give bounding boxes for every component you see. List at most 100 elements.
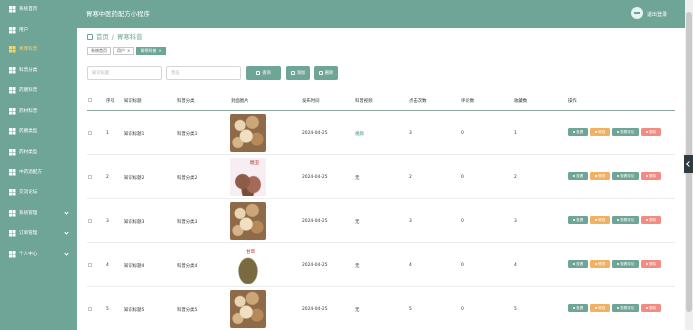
sidebar-item-diet-type[interactable]: 药膳类型 — [0, 122, 77, 140]
sidebar-item-orders[interactable]: 订单管理 — [0, 224, 77, 242]
top-bar: 胃寒中医药配方小程序 退出登录 — [77, 0, 685, 28]
sidebar-item-users[interactable]: 用户 — [0, 21, 77, 39]
view-icon — [572, 218, 576, 222]
row-title: 知识标题1 — [124, 132, 145, 137]
row-date: 2024-04-25 — [302, 219, 328, 224]
sidebar-item-stomach-cold-science[interactable]: 胃寒科普 — [0, 40, 77, 58]
comment-icon — [616, 130, 620, 134]
logout-icon[interactable] — [631, 7, 643, 19]
view-button[interactable]: 查看 — [568, 128, 588, 136]
sidebar-item-system[interactable]: 系统管理 — [0, 204, 77, 222]
delete-button[interactable]: 删除 — [314, 66, 338, 80]
row-clicks: 2 — [409, 175, 412, 180]
sidebar-item-forum[interactable]: 交流论坛 — [0, 183, 77, 201]
row-video[interactable]: 视频 — [355, 131, 364, 137]
view-button[interactable]: 查看 — [568, 216, 588, 224]
sidebar-item-science-category[interactable]: 科普分类 — [0, 61, 77, 79]
tab-users[interactable]: 用户 × — [113, 47, 135, 55]
tab-stomach-cold-science[interactable]: 胃寒科普 × — [136, 47, 166, 55]
breadcrumb-home[interactable]: 首页 — [96, 32, 109, 41]
view-comments-button[interactable]: 查看评论 — [612, 172, 639, 180]
close-icon[interactable]: × — [127, 48, 130, 54]
edit-button[interactable]: 修改 — [590, 304, 610, 312]
add-button[interactable]: 添加 — [286, 66, 310, 80]
view-button[interactable]: 查看 — [568, 172, 588, 180]
row-actions: 查看 修改 查看评论 删除 — [568, 128, 661, 136]
view-comments-button[interactable]: 查看评论 — [612, 260, 639, 268]
select-all-checkbox[interactable] — [88, 98, 92, 102]
chevron-down-icon — [64, 230, 69, 235]
edit-label: 修改 — [598, 173, 606, 178]
edit-icon — [594, 174, 598, 178]
tab-home[interactable]: 系统首页 — [87, 47, 111, 55]
view-icon — [572, 262, 576, 266]
logout-link[interactable]: 退出登录 — [647, 11, 667, 18]
sidebar-item-herb-type[interactable]: 药材类型 — [0, 143, 77, 161]
view-button[interactable]: 查看 — [568, 304, 588, 312]
sidebar-item-medicinal-diet[interactable]: 药膳科普 — [0, 81, 77, 99]
row-checkbox[interactable] — [88, 131, 92, 135]
row-index: 1 — [106, 131, 109, 136]
edit-button[interactable]: 修改 — [590, 260, 610, 268]
view-comments-label: 查看评论 — [620, 217, 635, 222]
row-checkbox[interactable] — [88, 307, 92, 311]
row-comments: 0 — [461, 219, 464, 224]
view-comments-button[interactable]: 查看评论 — [612, 304, 639, 312]
row-checkbox[interactable] — [88, 263, 92, 267]
grid-icon — [9, 169, 15, 175]
table-row: 1 知识标题1 科普分类1 2024-04-25 视频 3 0 1 查看 修改 … — [87, 111, 675, 155]
search-button[interactable]: 查询 — [246, 66, 281, 80]
view-button[interactable]: 查看 — [568, 260, 588, 268]
edit-button[interactable]: 修改 — [590, 128, 610, 136]
view-comments-label: 查看评论 — [620, 173, 635, 178]
sidebar-item-home[interactable]: 系统首页 — [0, 0, 77, 18]
delete-row-button[interactable]: 删除 — [641, 216, 661, 224]
column-header: 点击次数 — [409, 99, 427, 104]
add-icon — [290, 71, 295, 75]
comment-icon — [616, 262, 620, 266]
row-title: 知识标题2 — [124, 176, 145, 181]
sidebar-item-profile[interactable]: 个人中心 — [0, 245, 77, 263]
delete-row-button[interactable]: 删除 — [641, 304, 661, 312]
grid-icon — [9, 210, 15, 216]
image-caption: 甘草 — [246, 250, 256, 255]
delete-row-button[interactable]: 删除 — [641, 260, 661, 268]
home-icon — [87, 33, 93, 40]
cover-image — [230, 290, 266, 328]
close-icon[interactable]: × — [158, 48, 161, 54]
sidebar-item-label: 科普分类 — [19, 68, 38, 73]
cover-image — [230, 114, 266, 152]
title-search-input[interactable] — [87, 66, 162, 80]
sidebar-item-label: 药膳类型 — [19, 129, 38, 134]
breadcrumb: 首页 / 胃寒科普 — [87, 32, 143, 41]
edit-label: 修改 — [598, 129, 606, 134]
sidebar-item-label: 药材科普 — [19, 109, 38, 114]
row-checkbox[interactable] — [88, 175, 92, 179]
sidebar-item-wine-recipe[interactable]: 中药酒配方 — [0, 163, 77, 181]
collapse-toggle-icon[interactable] — [684, 155, 693, 173]
edit-label: 修改 — [598, 305, 606, 310]
row-video: 无 — [355, 220, 360, 225]
row-checkbox[interactable] — [88, 219, 92, 223]
delete-icon — [645, 306, 649, 310]
column-header: 封面图片 — [231, 99, 249, 104]
sidebar-item-herb-science[interactable]: 药材科普 — [0, 102, 77, 120]
view-comments-button[interactable]: 查看评论 — [612, 216, 639, 224]
column-header: 序号 — [106, 99, 115, 104]
delete-label: 删除 — [649, 305, 657, 310]
sidebar-item-label: 订单管理 — [19, 231, 38, 236]
row-index: 3 — [106, 219, 109, 224]
status-search-input[interactable] — [166, 66, 241, 80]
delete-row-button[interactable]: 删除 — [641, 128, 661, 136]
add-button-label: 添加 — [296, 71, 306, 76]
column-header: 知识标题 — [124, 99, 142, 104]
view-comments-label: 查看评论 — [620, 261, 635, 266]
sidebar-item-label: 个人中心 — [19, 252, 38, 257]
delete-label: 删除 — [649, 129, 657, 134]
edit-button[interactable]: 修改 — [590, 172, 610, 180]
delete-row-button[interactable]: 删除 — [641, 172, 661, 180]
search-button-label: 查询 — [262, 71, 271, 76]
edit-button[interactable]: 修改 — [590, 216, 610, 224]
sidebar-item-label: 系统管理 — [19, 211, 38, 216]
view-comments-button[interactable]: 查看评论 — [612, 128, 639, 136]
